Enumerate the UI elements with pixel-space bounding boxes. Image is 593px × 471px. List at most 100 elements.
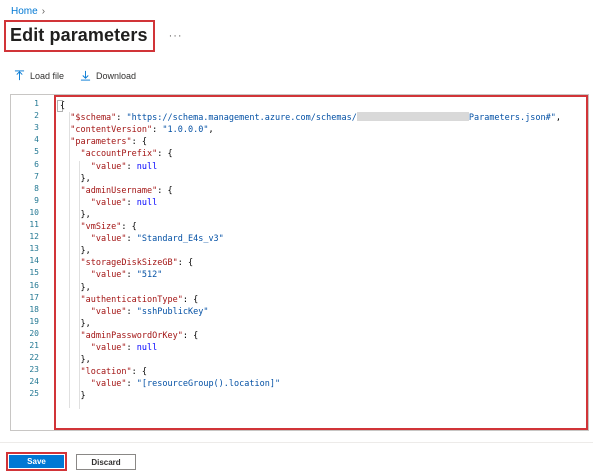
- load-file-button[interactable]: Load file: [14, 70, 64, 81]
- json-punct: },: [80, 282, 91, 293]
- download-button[interactable]: Download: [80, 70, 136, 81]
- code-line: },: [80, 173, 90, 185]
- json-key: "value": [90, 270, 127, 281]
- breadcrumb: Home ›: [11, 6, 45, 17]
- json-key: "parameters": [70, 137, 132, 148]
- code-line: },: [80, 354, 90, 366]
- chevron-right-icon: ›: [41, 6, 46, 17]
- line-number: 4: [34, 135, 39, 145]
- code-line: "value": null: [91, 342, 158, 354]
- line-number: 2: [34, 111, 39, 121]
- json-key: "authenticationType": [80, 294, 183, 305]
- code-line: },: [80, 282, 90, 294]
- json-punct: },: [80, 355, 91, 366]
- line-number: 8: [34, 183, 39, 193]
- code-line: "value": "sshPublicKey": [91, 306, 209, 318]
- json-punct: : {: [182, 330, 199, 341]
- code-line: "adminUsername": {: [80, 185, 172, 197]
- json-key: "location": [80, 367, 132, 378]
- json-key: "$schema": [70, 113, 117, 124]
- json-punct: :: [126, 343, 137, 353]
- title-highlight-box: Edit parameters: [4, 20, 155, 52]
- code-line: "value": null: [91, 161, 158, 173]
- json-key: "value": [90, 161, 127, 172]
- json-string: "1.0.0.0": [162, 125, 209, 136]
- json-keyword: null: [136, 343, 158, 353]
- indent-guide: [79, 160, 81, 409]
- json-punct: : {: [131, 137, 148, 148]
- code-line: "value": "[resourceGroup().location]": [91, 378, 280, 390]
- download-icon: [80, 70, 91, 81]
- line-number: 3: [34, 123, 39, 133]
- line-number: 23: [29, 365, 39, 375]
- json-punct: :: [116, 113, 127, 124]
- code-line: "value": "Standard_E4s_v3": [91, 233, 224, 245]
- save-highlight-box: Save: [6, 452, 67, 471]
- json-punct: : {: [121, 222, 137, 232]
- json-punct: : {: [182, 294, 199, 305]
- line-number: 20: [29, 328, 39, 338]
- page-title: Edit parameters: [10, 25, 148, 45]
- code-line: },: [80, 318, 90, 330]
- json-string: "512": [136, 270, 163, 281]
- json-punct: },: [80, 209, 91, 220]
- json-key: "adminPasswordOrKey": [80, 330, 183, 341]
- json-keyword: null: [136, 197, 158, 208]
- upload-icon: [14, 70, 25, 81]
- line-number: 11: [29, 220, 39, 229]
- json-key: "value": [90, 234, 127, 245]
- json-key: "adminUsername": [80, 185, 158, 196]
- json-punct: ,: [555, 113, 561, 124]
- json-key: "vmSize": [80, 222, 122, 232]
- line-number: 16: [29, 280, 39, 290]
- load-file-label: Load file: [30, 70, 65, 81]
- code-line: "authenticationType": {: [80, 294, 198, 306]
- breadcrumb-home-link[interactable]: Home: [11, 6, 38, 17]
- line-number: 13: [29, 244, 39, 254]
- line-number-gutter: 1 2 3 4 5 6 7 8 9 10 11 12 13 14 15 16 17 18 19 20 21 22 23 24 2…: [11, 95, 55, 430]
- json-punct: {: [60, 101, 66, 111]
- code-line: "storageDiskSizeGB": {: [80, 257, 193, 269]
- json-punct: },: [80, 318, 91, 329]
- line-number: 1: [34, 99, 39, 108]
- code-line: "contentVersion": "1.0.0.0",: [70, 124, 213, 136]
- json-punct: : {: [157, 185, 173, 196]
- download-label: Download: [96, 70, 137, 81]
- json-key: "value": [90, 197, 127, 208]
- json-punct: :: [126, 379, 137, 390]
- discard-button[interactable]: Discard: [76, 454, 136, 470]
- json-string: "Standard_E4s_v3": [136, 234, 224, 245]
- json-punct: ,: [208, 125, 214, 136]
- line-number: 14: [29, 256, 39, 266]
- json-punct: :: [126, 161, 137, 172]
- title-area: Edit parameters ···: [4, 20, 183, 52]
- line-number: 19: [29, 316, 39, 326]
- line-number: 25: [29, 389, 39, 399]
- line-number: 6: [34, 159, 39, 169]
- line-number: 24: [29, 377, 39, 387]
- line-number: 18: [29, 304, 39, 314]
- code-line: "value": "512": [91, 269, 163, 281]
- json-punct: :: [152, 125, 163, 136]
- code-line: "location": {: [80, 366, 147, 378]
- code-area[interactable]: { "$schema": "https://schema.management.a…: [54, 95, 588, 430]
- json-punct: },: [80, 173, 91, 184]
- code-line: "parameters": {: [70, 136, 147, 148]
- code-line: "$schema": "https://schema.management.az…: [70, 112, 561, 124]
- line-number: 10: [29, 207, 39, 217]
- json-string: "sshPublicKey": [136, 306, 209, 317]
- json-key: "storageDiskSizeGB": [80, 258, 178, 269]
- json-punct: },: [80, 246, 91, 257]
- save-button[interactable]: Save: [9, 455, 64, 468]
- json-punct: :: [126, 270, 137, 281]
- json-editor[interactable]: 1 2 3 4 5 6 7 8 9 10 11 12 13 14 15 16 17 18 19 20 21 22 23 24 2…: [10, 94, 589, 431]
- json-punct: : {: [177, 258, 194, 269]
- code-line: },: [80, 245, 90, 257]
- line-number: 7: [34, 171, 39, 181]
- more-options-icon[interactable]: ···: [169, 30, 183, 42]
- code-line: }: [80, 390, 85, 402]
- json-key: "value": [90, 379, 127, 390]
- line-number: 5: [34, 147, 39, 157]
- code-line: },: [80, 209, 90, 221]
- json-punct: : {: [157, 149, 173, 160]
